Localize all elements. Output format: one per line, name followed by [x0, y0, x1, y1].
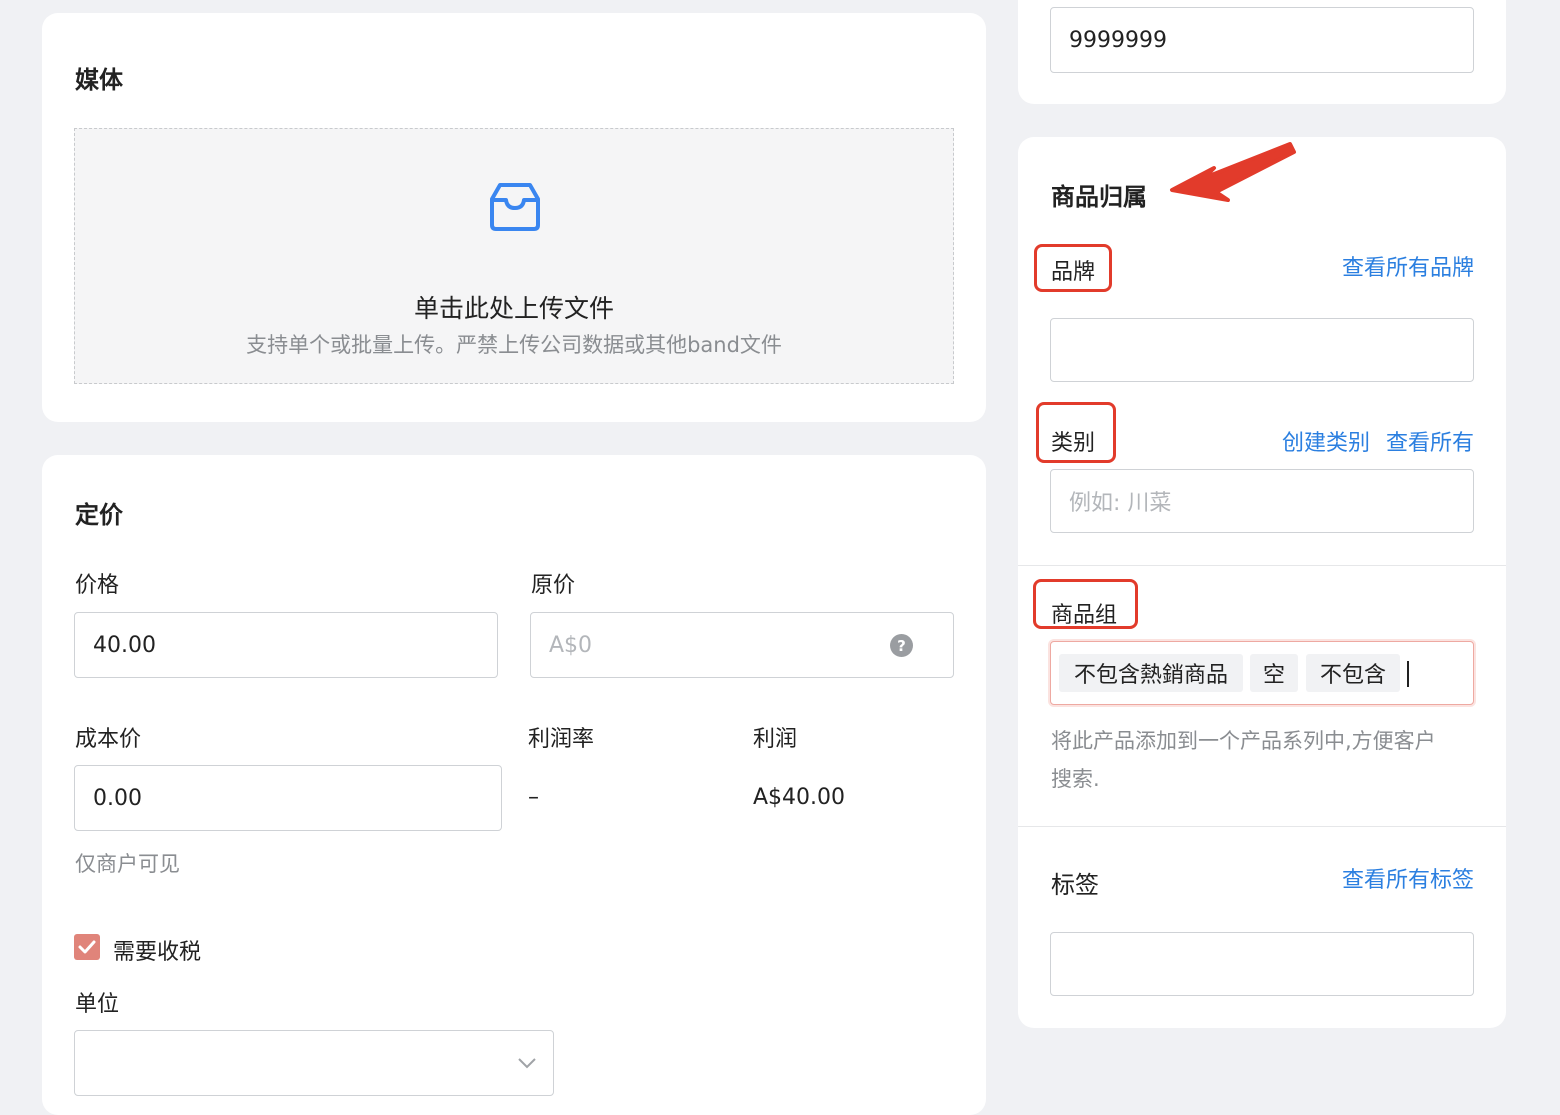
profit-value: A$40.00 [753, 785, 846, 810]
price-input[interactable]: 40.00 [74, 612, 498, 678]
profit-label: 利润 [753, 727, 798, 752]
tax-checkbox[interactable] [74, 934, 100, 960]
top-number-value: 9999999 [1069, 27, 1167, 53]
category-annotation-box [1036, 402, 1116, 463]
attribution-card: 商品归属 品牌 查看所有品牌 类别 创建类别 查看所有 例如: 川菜 商品组 不… [1018, 137, 1506, 1028]
product-group-annotation-box [1033, 579, 1138, 629]
media-title: 媒体 [75, 66, 123, 94]
brand-annotation-box [1034, 244, 1112, 292]
product-group-tag[interactable]: 不包含 [1306, 654, 1400, 692]
product-group-input[interactable]: 不包含熱銷商品 空 不包含 [1050, 641, 1474, 705]
tags-input[interactable] [1050, 932, 1474, 996]
attribution-title: 商品归属 [1051, 183, 1147, 211]
original-price-label: 原价 [531, 573, 576, 598]
product-group-hint-line1: 将此产品添加到一个产品系列中,方便客户 [1051, 729, 1436, 753]
check-icon [78, 940, 96, 954]
view-all-categories-link[interactable]: 查看所有 [1386, 425, 1474, 457]
price-value: 40.00 [93, 632, 156, 658]
category-placeholder: 例如: 川菜 [1069, 491, 1172, 516]
margin-value: – [528, 785, 539, 810]
pricing-title: 定价 [75, 501, 123, 529]
margin-label: 利润率 [528, 727, 595, 752]
section-divider [1018, 565, 1506, 566]
question-icon[interactable]: ? [890, 634, 913, 657]
section-divider [1018, 826, 1506, 827]
upload-title: 单击此处上传文件 [413, 294, 614, 323]
inventory-card: 9999999 [1018, 0, 1506, 104]
product-group-tag[interactable]: 空 [1250, 654, 1298, 692]
product-group-hint-line2: 搜索. [1051, 767, 1100, 791]
product-group-tag[interactable]: 不包含熱銷商品 [1059, 654, 1243, 692]
top-number-input[interactable]: 9999999 [1050, 7, 1474, 73]
cost-price-label: 成本价 [75, 727, 142, 752]
view-all-brands-link[interactable]: 查看所有品牌 [1342, 250, 1474, 282]
price-label: 价格 [75, 573, 120, 598]
cost-price-value: 0.00 [93, 785, 142, 811]
annotation-arrow-icon [1170, 142, 1296, 202]
unit-label: 单位 [75, 992, 120, 1017]
media-card: 媒体 单击此处上传文件 支持单个或批量上传。严禁上传公司数据或其他band文件 [42, 13, 986, 422]
brand-input[interactable] [1050, 318, 1474, 382]
create-category-link[interactable]: 创建类别 [1282, 425, 1370, 457]
upload-dropzone[interactable]: 单击此处上传文件 支持单个或批量上传。严禁上传公司数据或其他band文件 [74, 128, 954, 384]
text-cursor [1407, 661, 1409, 687]
original-price-input[interactable]: A$0 ? [530, 612, 954, 678]
unit-select[interactable] [74, 1030, 554, 1096]
pricing-card: 定价 价格 40.00 原价 A$0 ? 成本价 0.00 利润率 – 利润 A… [42, 455, 986, 1115]
category-input[interactable]: 例如: 川菜 [1050, 469, 1474, 533]
tags-label: 标签 [1051, 871, 1099, 899]
view-all-tags-link[interactable]: 查看所有标签 [1342, 862, 1474, 894]
inbox-icon [490, 183, 540, 231]
cost-price-input[interactable]: 0.00 [74, 765, 502, 831]
tax-label[interactable]: 需要收税 [113, 934, 201, 966]
cost-hint: 仅商户可见 [75, 852, 180, 876]
upload-hint: 支持单个或批量上传。严禁上传公司数据或其他band文件 [246, 333, 782, 357]
original-price-placeholder: A$0 [549, 632, 593, 658]
chevron-down-icon [518, 1058, 536, 1069]
